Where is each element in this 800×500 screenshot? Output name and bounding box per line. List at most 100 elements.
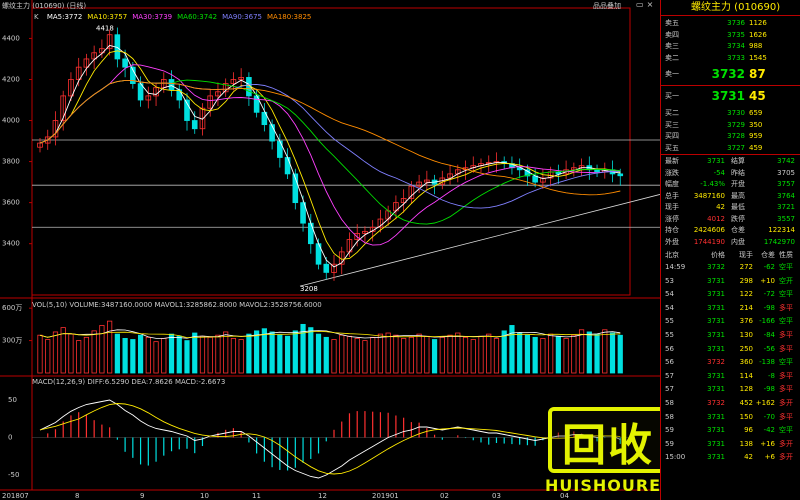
tick-volume: 214 [739,303,753,312]
tick-row: 54 3731 214 -98 多平 [661,302,800,316]
volume-bar [168,333,175,374]
volume-bar [137,334,144,374]
ask-row-4[interactable]: 卖四 3735 1626 [661,30,800,41]
bid-row-4[interactable]: 买四 3728 959 [661,131,800,142]
stat-label: 涨跌 [665,168,679,177]
book-price: 3730 [727,109,745,117]
bid-row-3[interactable]: 买三 3729 350 [661,120,800,131]
volume-bar [563,338,569,374]
stat-label: 最新 [665,157,679,165]
book-label: 卖一 [665,70,679,78]
tick-nature: 空平 [779,358,793,367]
tick-price: 3731 [707,331,725,339]
tick-volume: 250 [739,344,753,353]
volume-bar [114,333,120,374]
ma-value-4: MA90:3675 [222,13,262,21]
book-volume: 459 [749,143,763,152]
volume-bar [609,332,616,374]
book-price: 3728 [727,132,745,140]
tick-oi-change: -8 [768,371,775,380]
tick-price: 3731 [707,303,725,312]
ma-line-0 [39,44,621,268]
ask-row-3[interactable]: 卖三 3734 988 [661,41,800,52]
volume-bar [532,336,538,374]
tick-row: 56 3732 360 -138 空平 [661,356,800,370]
book-volume: 350 [749,120,763,129]
stat-value: 3721 [777,203,795,211]
tick-volume: 122 [739,290,753,299]
volume-bar [555,335,561,374]
book-price: 3727 [727,143,745,152]
ask-row-5[interactable]: 卖五 3736 1126 [661,18,800,29]
volume-bar [315,333,322,374]
volume-bar [68,333,74,374]
tick-volume: 138 [739,439,753,448]
stat-label: 持仓 [665,226,679,234]
ma-value-0: MA5:3772 [46,13,83,21]
candle-body [277,140,283,158]
stat-row: 幅度 -1.43% 开盘 3757 [661,179,800,190]
y-tick-label: 3800 [2,158,20,166]
macd-legend: MACD(12,26,9) DIFF:6.5290 DEA:7.8626 MAC… [32,378,226,386]
overlay-menu[interactable]: 品品叠加 [593,1,621,11]
tick-price: 3732 [707,263,725,271]
book-volume: 1626 [749,30,767,39]
close-icon[interactable]: × [647,0,654,9]
high-label: 4418 [96,25,114,33]
ma-value-5: MA180:3825 [266,13,312,21]
tick-time: 54 [665,303,674,312]
book-label: 卖五 [665,19,679,27]
volume-bar [277,334,283,374]
window-controls[interactable]: ▭ × [636,0,658,10]
tick-row: 55 3731 130 -84 多平 [661,329,800,343]
tick-volume: 114 [739,371,753,380]
volume-bar [455,332,461,374]
y-tick-label: 3600 [2,199,20,207]
restore-icon[interactable]: ▭ [636,0,644,9]
bid-row-2[interactable]: 买二 3730 659 [661,108,800,119]
volume-bar [439,336,445,374]
ask-row-2[interactable]: 卖二 3733 1545 [661,53,800,64]
tick-nature: 空平 [779,290,793,299]
tick-oi-change: -72 [763,290,775,299]
x-tick-label: 201901 [372,492,399,500]
y-tick-label: 4400 [2,34,20,42]
y-tick-label: 4000 [2,117,20,125]
volume-bar [486,333,492,374]
tick-oi-change: -70 [763,412,775,421]
stat-label: 内盘 [731,237,745,246]
tick-nature: 空平 [779,317,793,326]
candle-body [191,120,198,130]
bid-row-5[interactable]: 买五 3727 459 [661,143,800,154]
tick-time: 56 [665,344,674,353]
stat-row: 涨跌 -54 昨结 3705 [661,168,800,179]
volume-bar [37,334,43,374]
volume-bar [331,339,337,374]
tick-nature: 空开 [779,276,793,285]
volume-bar [524,334,531,374]
chart-area[interactable]: 4400 4200 4000 3800 3600 3400 4418 3208 600万 300万… [0,0,757,500]
ask-row-1[interactable]: 卖一 3732 87 [661,65,800,83]
bid-row-1[interactable]: 买一 3731 45 [661,87,800,105]
tick-row: 59 3731 138 +16 多开 [661,438,800,452]
tick-volume: 272 [739,263,753,271]
volume-bar [571,334,577,374]
stat-label: 开盘 [731,180,745,188]
volume-bar [45,339,51,374]
tick-oi-change: -42 [763,426,775,435]
book-price: 3734 [727,42,745,50]
vol-tick-label: 300万 [2,337,22,345]
separator [661,85,800,86]
tick-nature: 多平 [779,412,793,421]
volume-bar [230,338,237,374]
volume-bar [462,336,469,374]
ma-value-1: MA10:3757 [87,13,128,21]
tick-nature: 多平 [779,303,793,312]
volume-bar [91,330,97,374]
volume-bar [161,338,167,374]
macd-tick-label: -50 [8,471,19,479]
stat-label: 跌停 [731,214,745,223]
tick-row: 54 3731 122 -72 空平 [661,288,800,302]
volume-bar [617,334,623,374]
tick-row: 58 3731 150 -70 多平 [661,411,800,425]
